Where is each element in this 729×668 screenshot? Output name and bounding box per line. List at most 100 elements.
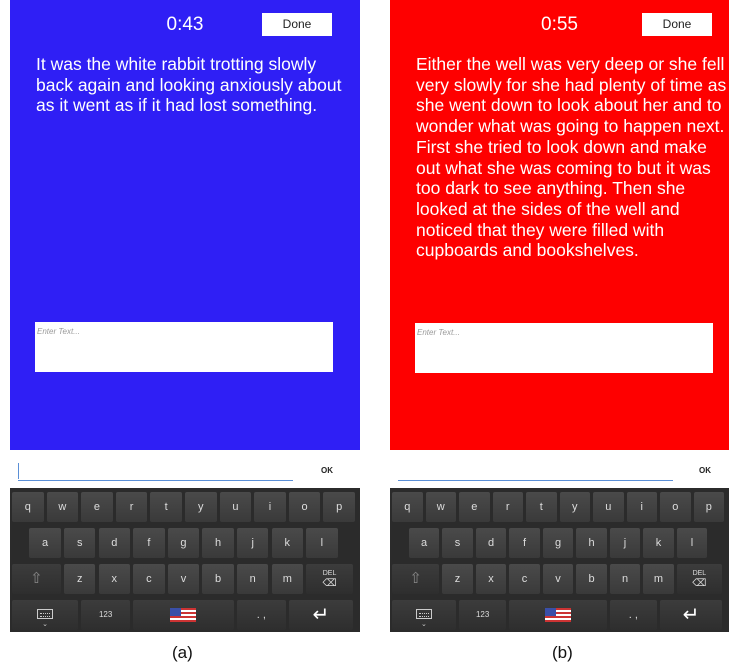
key-j[interactable]: j [609, 528, 641, 558]
key-o[interactable]: o [288, 492, 321, 522]
reading-screen: 0:43 Done It was the white rabbit trotti… [10, 0, 360, 450]
chevron-down-icon: ⌄ [42, 621, 48, 628]
key-m[interactable]: m [271, 564, 304, 594]
keyboard-settings-key[interactable]: ⌄ [12, 600, 79, 630]
key-i[interactable]: i [626, 492, 657, 522]
key-f[interactable]: f [133, 528, 165, 558]
us-flag-icon [545, 608, 571, 622]
key-x[interactable]: x [475, 564, 507, 594]
numbers-key[interactable]: 123 [81, 600, 131, 630]
key-l[interactable]: l [306, 528, 338, 558]
key-n[interactable]: n [236, 564, 269, 594]
keyboard-row: ⌄ 123 . , ↵ [390, 600, 729, 636]
key-v[interactable]: v [167, 564, 200, 594]
backspace-icon: ⌫ [322, 578, 337, 589]
key-i[interactable]: i [254, 492, 286, 522]
key-s[interactable]: s [442, 528, 473, 558]
text-entry-field[interactable]: Enter Text... [415, 323, 713, 373]
key-w[interactable]: w [425, 492, 456, 522]
key-a[interactable]: a [29, 528, 61, 558]
text-entry-field[interactable]: Enter Text... [35, 322, 333, 372]
key-u[interactable]: u [219, 492, 252, 522]
key-c[interactable]: c [509, 564, 540, 594]
key-a[interactable]: a [408, 528, 440, 558]
keyboard-row: asdfghjkl [10, 528, 360, 564]
keyboard-input-bar: OK [10, 450, 360, 488]
keyboard-row: qwertyuiop [10, 492, 360, 528]
input-underline[interactable] [18, 480, 293, 481]
shift-key[interactable]: ⇧ [392, 564, 440, 594]
key-y[interactable]: y [559, 492, 590, 522]
keyboard-input-bar: OK [390, 450, 729, 488]
delete-label: DEL [322, 570, 337, 577]
enter-key[interactable]: ↵ [288, 600, 353, 630]
key-n[interactable]: n [609, 564, 641, 594]
key-r[interactable]: r [115, 492, 148, 522]
entry-placeholder: Enter Text... [37, 327, 80, 336]
shift-key[interactable]: ⇧ [12, 564, 61, 594]
key-u[interactable]: u [593, 492, 624, 522]
key-x[interactable]: x [98, 564, 131, 594]
phone-panel-b: 0:55 Done Either the well was very deep … [390, 0, 729, 640]
key-v[interactable]: v [542, 564, 574, 594]
key-t[interactable]: t [526, 492, 557, 522]
ok-button[interactable]: OK [699, 466, 711, 475]
key-e[interactable]: e [81, 492, 113, 522]
passage-text: Either the well was very deep or she fel… [416, 54, 727, 261]
enter-key[interactable]: ↵ [660, 600, 722, 630]
soft-keyboard: q w e r t y u i o p a s d f g h j k l ⇧ z x c v b n m DEL ⌫ ⌄ 123. , ↵ [390, 488, 729, 632]
keyboard-row: ⇧ z x c v b n m DEL ⌫ [390, 564, 729, 600]
key-p[interactable]: p [693, 492, 724, 522]
keyboard-row: asdfghjkl [390, 528, 729, 564]
key-k[interactable]: k [271, 528, 304, 558]
key-z[interactable]: z [63, 564, 96, 594]
keyboard-icon [416, 609, 432, 619]
reading-screen: 0:55 Done Either the well was very deep … [390, 0, 729, 450]
key-y[interactable]: y [185, 492, 217, 522]
ok-button[interactable]: OK [321, 466, 333, 475]
key-c[interactable]: c [133, 564, 165, 594]
input-underline[interactable] [398, 480, 673, 481]
key-d[interactable]: d [475, 528, 507, 558]
key-s[interactable]: s [63, 528, 96, 558]
key-d[interactable]: d [98, 528, 131, 558]
keyboard-row: ⌄ 123 . , ↵ [10, 600, 360, 636]
language-key[interactable] [133, 600, 234, 630]
done-button[interactable]: Done [642, 13, 712, 36]
key-g[interactable]: g [542, 528, 574, 558]
key-g[interactable]: g [167, 528, 200, 558]
key-j[interactable]: j [236, 528, 269, 558]
keyboard-settings-key[interactable]: ⌄ [392, 600, 456, 630]
done-button[interactable]: Done [262, 13, 332, 36]
key-q[interactable]: q [12, 492, 44, 522]
key-k[interactable]: k [643, 528, 674, 558]
caption-a: (a) [172, 643, 193, 662]
key-z[interactable]: z [442, 564, 473, 594]
key-o[interactable]: o [660, 492, 691, 522]
key-b[interactable]: b [202, 564, 234, 594]
passage-text: It was the white rabbit trotting slowly … [36, 54, 342, 115]
key-l[interactable]: l [676, 528, 708, 558]
numbers-key[interactable]: 123 [459, 600, 507, 630]
delete-key[interactable]: DEL ⌫ [676, 564, 722, 594]
keyboard-row: qwertyuiop [390, 492, 729, 528]
language-key[interactable] [509, 600, 607, 630]
punctuation-key[interactable]: . , [609, 600, 657, 630]
key-m[interactable]: m [643, 564, 674, 594]
key-p[interactable]: p [323, 492, 355, 522]
punctuation-key[interactable]: . , [236, 600, 286, 630]
delete-key[interactable]: DEL ⌫ [306, 564, 353, 594]
keyboard-row: ⇧ z x c v b n m DEL ⌫ [10, 564, 360, 600]
phone-panel-a: 0:43 Done It was the white rabbit trotti… [10, 0, 360, 640]
us-flag-icon [170, 608, 197, 622]
key-f[interactable]: f [509, 528, 540, 558]
key-q[interactable]: q [392, 492, 423, 522]
key-h[interactable]: h [576, 528, 607, 558]
key-t[interactable]: t [150, 492, 182, 522]
key-e[interactable]: e [459, 492, 490, 522]
key-h[interactable]: h [202, 528, 234, 558]
key-w[interactable]: w [46, 492, 79, 522]
caption-b: (b) [552, 643, 573, 662]
key-r[interactable]: r [492, 492, 523, 522]
key-b[interactable]: b [576, 564, 607, 594]
